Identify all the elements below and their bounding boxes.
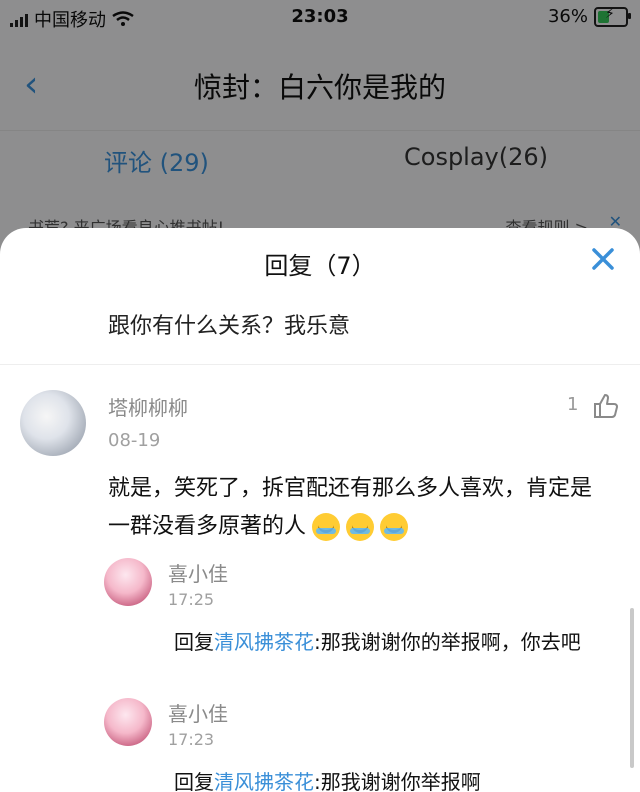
scrollbar[interactable]	[630, 608, 634, 768]
close-icon[interactable]	[588, 244, 618, 274]
reply-text: 回复清风拂茶花:那我谢谢你举报啊	[174, 768, 614, 792]
mention-link[interactable]: 清风拂茶花	[214, 770, 314, 792]
laughing-emoji-icon	[312, 513, 341, 541]
divider	[0, 364, 640, 365]
reply-body: :那我谢谢你举报啊	[314, 770, 481, 792]
reply-prefix: 回复	[174, 770, 214, 792]
avatar[interactable]	[20, 390, 86, 456]
like-count: 1	[567, 394, 579, 415]
reply-time: 17:25	[168, 590, 215, 609]
avatar[interactable]	[104, 558, 152, 606]
laughing-emoji-icon	[380, 513, 409, 541]
reply-item[interactable]: 喜小佳 17:23 回复清风拂茶花:那我谢谢你举报啊	[104, 698, 624, 792]
reply-body: :那我谢谢你的举报啊，你去吧	[314, 630, 581, 654]
reply-sheet: 回复（7） 跟你有什么关系？我乐意 塔柳柳柳 08-19 1 就是，笑死了，拆官…	[0, 228, 640, 792]
parent-comment-text: 跟你有什么关系？我乐意	[108, 314, 351, 339]
comment-body: 就是，笑死了，拆官配还有那么多人喜欢，肯定是一群没看多原著的人	[108, 470, 608, 546]
reply-prefix: 回复	[174, 630, 214, 654]
reply-text: 回复清风拂茶花:那我谢谢你的举报啊，你去吧	[174, 628, 614, 656]
reply-time: 17:23	[168, 730, 215, 749]
avatar[interactable]	[104, 698, 152, 746]
comment-date: 08-19	[108, 430, 161, 451]
reply-item[interactable]: 喜小佳 17:25 回复清风拂茶花:那我谢谢你的举报啊，你去吧	[104, 558, 624, 678]
comment-author[interactable]: 塔柳柳柳	[108, 392, 188, 421]
reply-author[interactable]: 喜小佳	[168, 558, 228, 587]
laughing-emoji-icon	[346, 513, 375, 541]
thumbs-up-icon[interactable]	[592, 392, 620, 420]
reply-author[interactable]: 喜小佳	[168, 698, 228, 727]
sheet-title: 回复（7）	[264, 252, 376, 280]
mention-link[interactable]: 清风拂茶花	[214, 630, 314, 654]
